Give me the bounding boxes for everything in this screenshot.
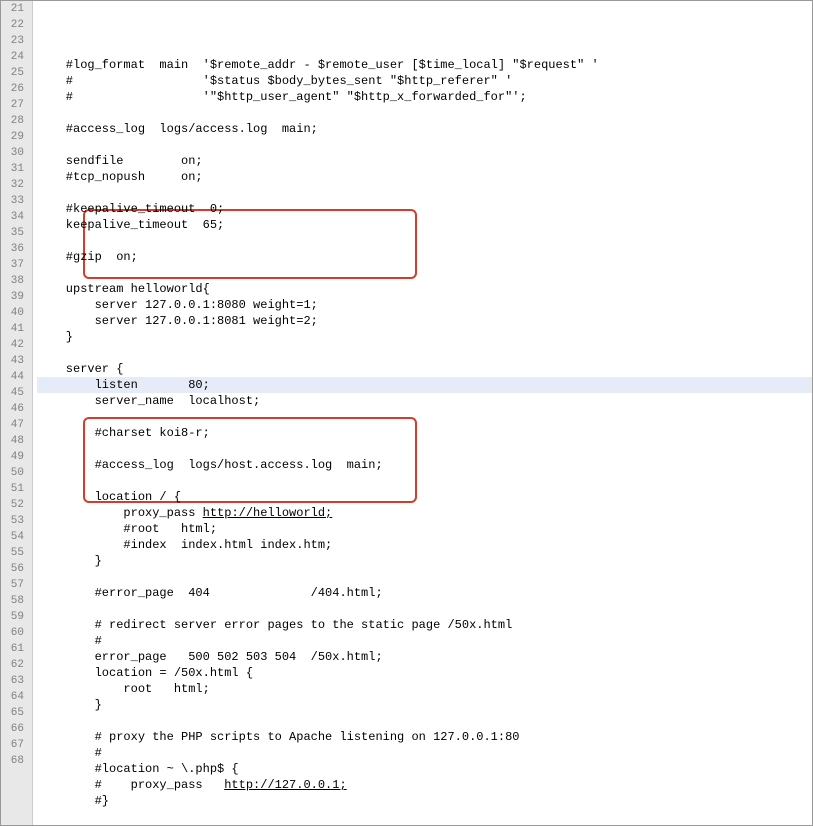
line-number: 54: [5, 529, 24, 545]
code-line[interactable]: [37, 601, 812, 617]
code-line[interactable]: keepalive_timeout 65;: [37, 217, 812, 233]
line-number: 67: [5, 737, 24, 753]
code-line[interactable]: #}: [37, 793, 812, 809]
line-number: 29: [5, 129, 24, 145]
line-number: 59: [5, 609, 24, 625]
line-number: 27: [5, 97, 24, 113]
code-line[interactable]: [37, 265, 812, 281]
code-line[interactable]: # '"$http_user_agent" "$http_x_forwarded…: [37, 89, 812, 105]
line-number: 51: [5, 481, 24, 497]
line-number: 57: [5, 577, 24, 593]
code-line[interactable]: # proxy the PHP scripts to Apache listen…: [37, 729, 812, 745]
code-line[interactable]: #charset koi8-r;: [37, 425, 812, 441]
code-line[interactable]: [37, 345, 812, 361]
code-line[interactable]: #location ~ \.php$ {: [37, 761, 812, 777]
code-line[interactable]: [37, 409, 812, 425]
code-line[interactable]: #error_page 404 /404.html;: [37, 585, 812, 601]
code-line[interactable]: # redirect server error pages to the sta…: [37, 617, 812, 633]
line-number: 61: [5, 641, 24, 657]
code-line[interactable]: #index index.html index.htm;: [37, 537, 812, 553]
code-line[interactable]: sendfile on;: [37, 153, 812, 169]
line-number: 33: [5, 193, 24, 209]
code-line[interactable]: listen 80;: [37, 377, 812, 393]
line-number: 28: [5, 113, 24, 129]
code-line[interactable]: #: [37, 633, 812, 649]
line-number: 63: [5, 673, 24, 689]
line-number: 49: [5, 449, 24, 465]
line-number: 41: [5, 321, 24, 337]
code-line[interactable]: location / {: [37, 489, 812, 505]
line-number: 38: [5, 273, 24, 289]
code-line[interactable]: [37, 185, 812, 201]
line-number: 56: [5, 561, 24, 577]
code-line[interactable]: error_page 500 502 503 504 /50x.html;: [37, 649, 812, 665]
code-line[interactable]: root html;: [37, 681, 812, 697]
code-line[interactable]: #gzip on;: [37, 249, 812, 265]
line-number: 23: [5, 33, 24, 49]
code-line[interactable]: [37, 137, 812, 153]
code-line[interactable]: server 127.0.0.1:8081 weight=2;: [37, 313, 812, 329]
code-line[interactable]: #access_log logs/host.access.log main;: [37, 457, 812, 473]
line-number: 53: [5, 513, 24, 529]
line-number: 42: [5, 337, 24, 353]
line-number: 39: [5, 289, 24, 305]
line-number: 68: [5, 753, 24, 769]
code-line[interactable]: #: [37, 745, 812, 761]
line-number: 25: [5, 65, 24, 81]
code-line[interactable]: # proxy_pass http://127.0.0.1;: [37, 777, 812, 793]
code-line[interactable]: #access_log logs/access.log main;: [37, 121, 812, 137]
line-number: 48: [5, 433, 24, 449]
line-number: 47: [5, 417, 24, 433]
code-line[interactable]: [37, 473, 812, 489]
line-number: 45: [5, 385, 24, 401]
code-line[interactable]: #tcp_nopush on;: [37, 169, 812, 185]
code-line[interactable]: [37, 809, 812, 825]
line-number: 44: [5, 369, 24, 385]
code-line[interactable]: server {: [37, 361, 812, 377]
code-line[interactable]: # '$status $body_bytes_sent "$http_refer…: [37, 73, 812, 89]
line-number-gutter: 2122232425262728293031323334353637383940…: [1, 1, 33, 825]
line-number: 55: [5, 545, 24, 561]
code-line[interactable]: [37, 441, 812, 457]
code-line[interactable]: server_name localhost;: [37, 393, 812, 409]
line-number: 21: [5, 1, 24, 17]
line-number: 31: [5, 161, 24, 177]
code-line[interactable]: upstream helloworld{: [37, 281, 812, 297]
code-line[interactable]: [37, 233, 812, 249]
line-number: 32: [5, 177, 24, 193]
line-number: 50: [5, 465, 24, 481]
code-line[interactable]: server 127.0.0.1:8080 weight=1;: [37, 297, 812, 313]
code-line[interactable]: }: [37, 329, 812, 345]
line-number: 24: [5, 49, 24, 65]
code-line[interactable]: }: [37, 553, 812, 569]
line-number: 34: [5, 209, 24, 225]
code-area[interactable]: #log_format main '$remote_addr - $remote…: [33, 1, 812, 825]
line-number: 40: [5, 305, 24, 321]
line-number: 66: [5, 721, 24, 737]
line-number: 22: [5, 17, 24, 33]
code-line[interactable]: [37, 713, 812, 729]
code-line[interactable]: #keepalive_timeout 0;: [37, 201, 812, 217]
line-number: 46: [5, 401, 24, 417]
line-number: 26: [5, 81, 24, 97]
code-line[interactable]: location = /50x.html {: [37, 665, 812, 681]
line-number: 37: [5, 257, 24, 273]
code-line[interactable]: [37, 569, 812, 585]
line-number: 35: [5, 225, 24, 241]
code-line[interactable]: [37, 105, 812, 121]
code-line[interactable]: }: [37, 697, 812, 713]
line-number: 52: [5, 497, 24, 513]
line-number: 58: [5, 593, 24, 609]
code-line[interactable]: #log_format main '$remote_addr - $remote…: [37, 57, 812, 73]
line-number: 30: [5, 145, 24, 161]
line-number: 64: [5, 689, 24, 705]
code-line[interactable]: proxy_pass http://helloworld;: [37, 505, 812, 521]
code-editor: 2122232425262728293031323334353637383940…: [1, 1, 812, 825]
line-number: 43: [5, 353, 24, 369]
code-line[interactable]: #root html;: [37, 521, 812, 537]
line-number: 65: [5, 705, 24, 721]
line-number: 36: [5, 241, 24, 257]
line-number: 62: [5, 657, 24, 673]
line-number: 60: [5, 625, 24, 641]
